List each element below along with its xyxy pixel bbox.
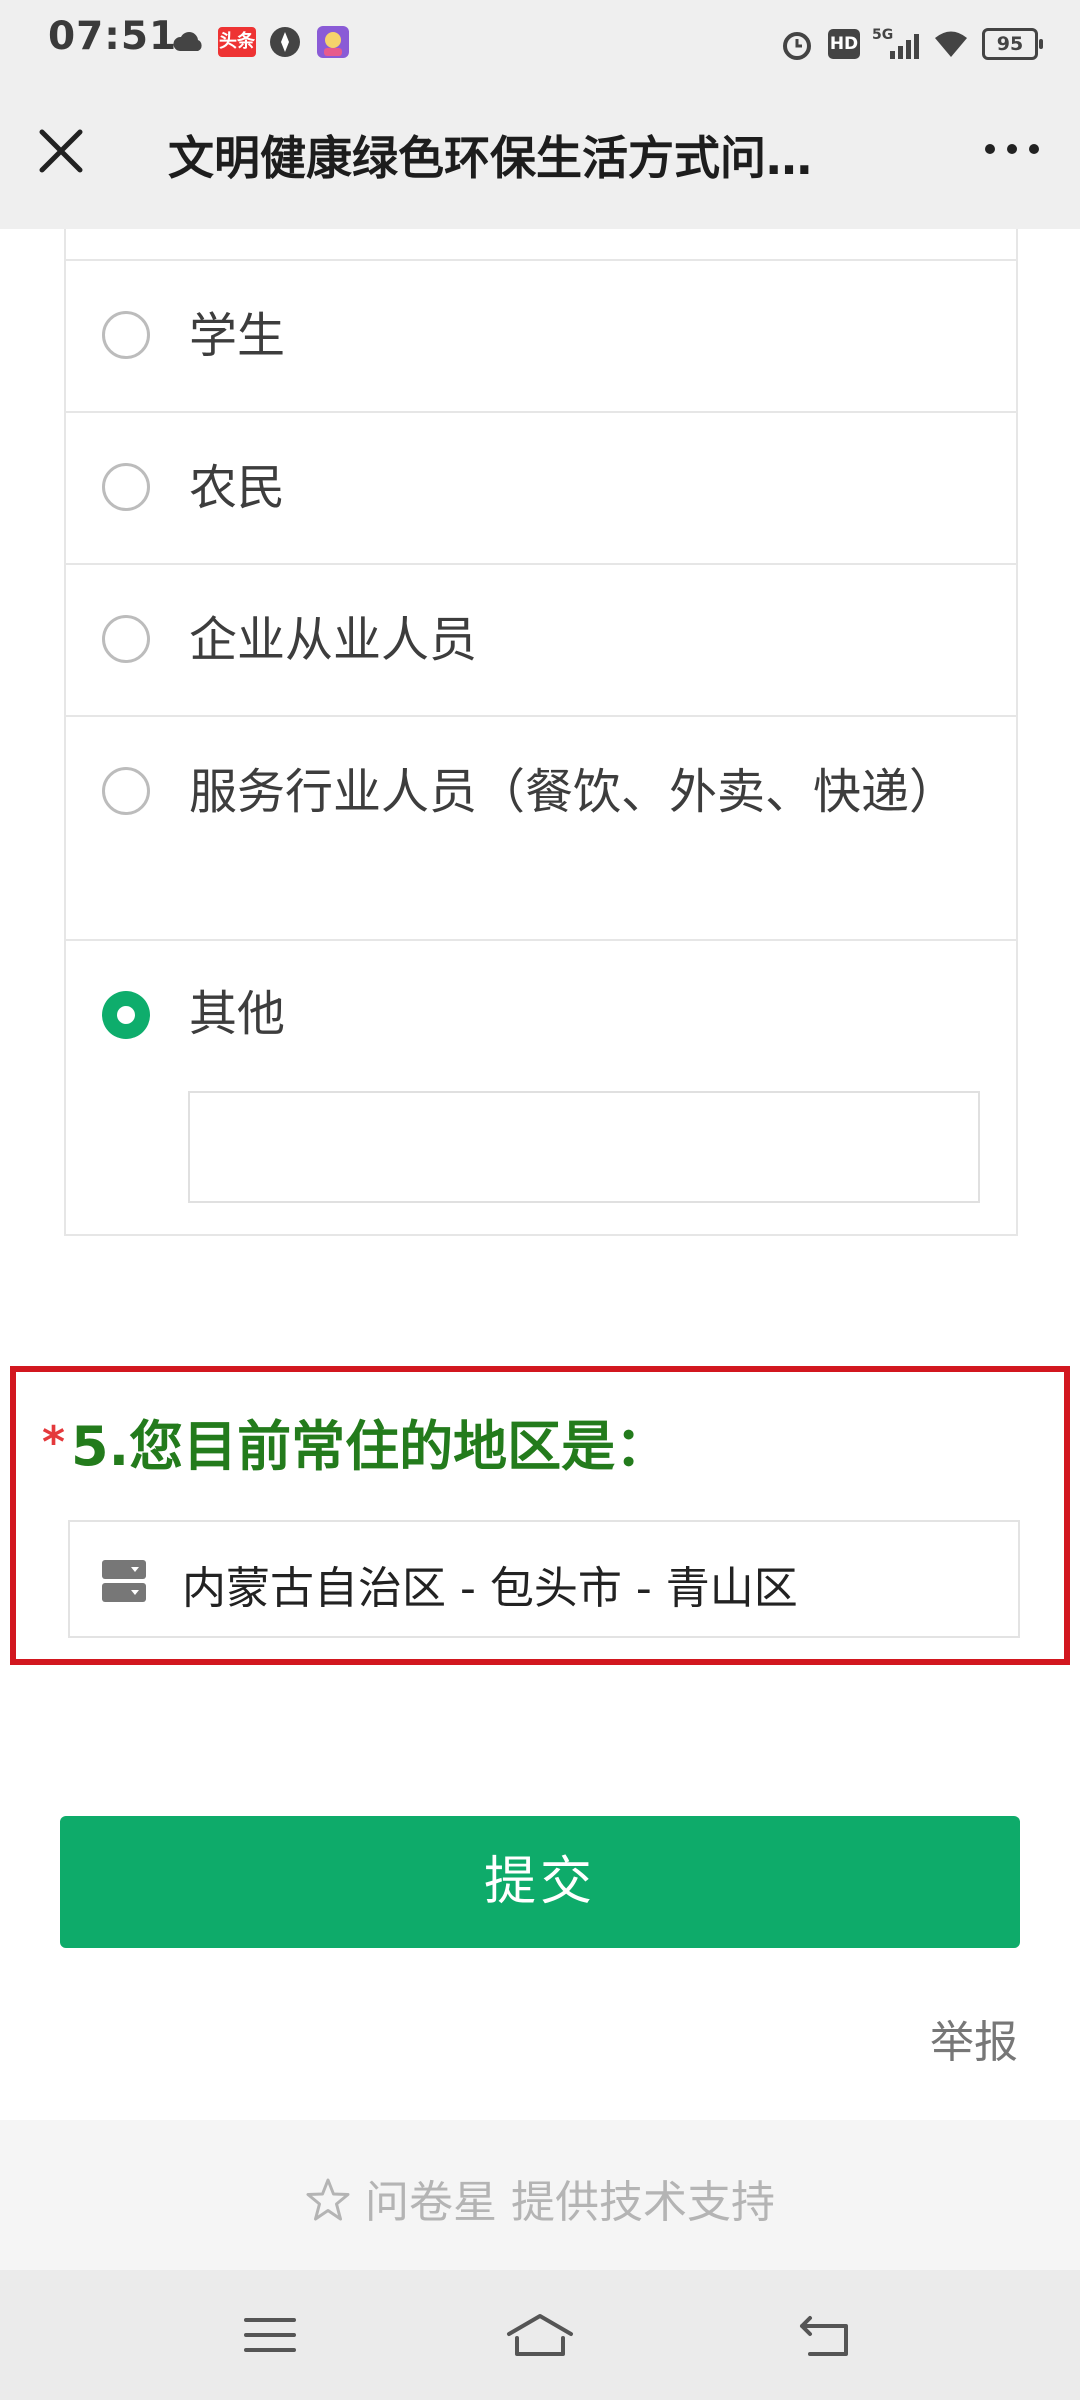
system-icons: HD 5G 95 xyxy=(778,22,1043,66)
option-label: 企业从业人员 xyxy=(189,612,478,668)
close-icon[interactable] xyxy=(34,124,88,178)
alarm-icon xyxy=(783,32,811,60)
option-label: 其他 xyxy=(189,986,286,1042)
battery-icon: 95 xyxy=(982,28,1043,60)
radio-button[interactable] xyxy=(102,463,150,511)
back-icon[interactable] xyxy=(796,2310,856,2360)
question5-title-text: 5.您目前常住的地区是： xyxy=(71,1415,670,1478)
toutiao-news-icon: 头条 xyxy=(218,27,256,57)
option-label: 服务行业人员（餐饮、外卖、快递） xyxy=(189,764,958,820)
question4-options: 学生 农民 企业从业人员 服务行业人员（餐饮、外卖、快递） 其他 xyxy=(64,229,1018,1236)
report-link[interactable]: 举报 xyxy=(930,2006,1018,2070)
footer-credit: 问卷星 提供技术支持 xyxy=(0,2166,1080,2230)
option-farmer[interactable]: 农民 xyxy=(66,413,1016,565)
option-label: 学生 xyxy=(189,308,286,364)
app-avatar-icon xyxy=(317,26,349,58)
home-icon[interactable] xyxy=(503,2310,577,2360)
option-other[interactable]: 其他 xyxy=(66,941,1016,1234)
footer-text: 问卷星 提供技术支持 xyxy=(365,2177,775,2228)
radio-button-selected[interactable] xyxy=(102,991,150,1039)
nav-bar: 文明健康绿色环保生活方式问… xyxy=(0,84,1080,229)
wifi-icon xyxy=(935,31,967,57)
menu-icon[interactable] xyxy=(240,2310,300,2360)
dropdown-list-icon xyxy=(102,1560,146,1602)
footer: 问卷星 提供技术支持 xyxy=(0,2120,1080,2270)
region-value: 内蒙古自治区 - 包头市 - 青山区 xyxy=(182,1563,798,1614)
hd-icon: HD xyxy=(828,29,860,59)
other-text-input[interactable] xyxy=(188,1091,980,1203)
question5-title: * 5.您目前常住的地区是： xyxy=(42,1402,669,1481)
submit-button[interactable]: 提交 xyxy=(60,1816,1020,1948)
status-time: 07:51 xyxy=(48,14,178,59)
option-service-industry[interactable]: 服务行业人员（餐饮、外卖、快递） xyxy=(66,717,1016,941)
compass-icon xyxy=(270,27,300,57)
notification-icons: 头条 xyxy=(170,20,352,64)
option-student[interactable]: 学生 xyxy=(66,261,1016,413)
question5-highlight-box: * 5.您目前常住的地区是： 内蒙古自治区 - 包头市 - 青山区 xyxy=(10,1366,1070,1665)
radio-button[interactable] xyxy=(102,615,150,663)
system-nav-bar xyxy=(0,2270,1080,2400)
status-bar: 07:51 头条 HD 5G 95 xyxy=(0,0,1080,84)
more-icon[interactable] xyxy=(982,134,1042,164)
region-select[interactable]: 内蒙古自治区 - 包头市 - 青山区 xyxy=(68,1520,1020,1638)
required-mark: * xyxy=(42,1417,66,1468)
svg-text:5G: 5G xyxy=(872,27,893,43)
option-enterprise-staff[interactable]: 企业从业人员 xyxy=(66,565,1016,717)
5g-signal-icon: 5G xyxy=(872,27,919,59)
page-title: 文明健康绿色环保生活方式问… xyxy=(168,131,812,185)
cloud-icon xyxy=(173,32,202,51)
radio-button[interactable] xyxy=(102,311,150,359)
option-previous-partial xyxy=(66,229,1016,261)
option-label: 农民 xyxy=(189,460,286,516)
star-icon xyxy=(306,2178,350,2221)
radio-button[interactable] xyxy=(102,767,150,815)
